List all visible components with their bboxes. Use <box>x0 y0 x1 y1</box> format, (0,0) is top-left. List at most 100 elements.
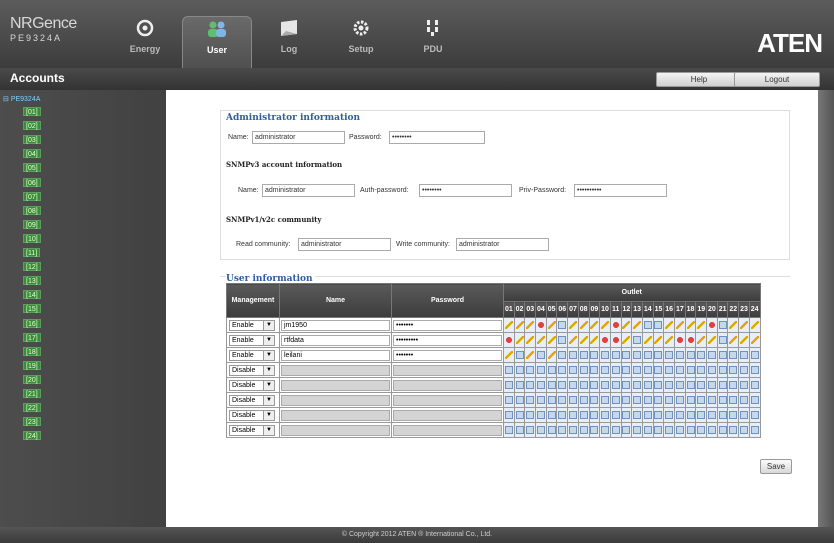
outlet-permission-cell[interactable] <box>652 347 665 363</box>
outlet-permission-cell[interactable] <box>513 362 526 378</box>
outlet-permission-cell[interactable] <box>748 317 761 333</box>
chevron-down-icon[interactable]: ▼ <box>263 350 274 360</box>
outlet-permission-cell[interactable] <box>727 407 740 423</box>
outlet-permission-cell[interactable] <box>620 422 633 438</box>
outlet-permission-cell[interactable] <box>652 317 665 333</box>
outlet-permission-cell[interactable] <box>556 332 569 348</box>
chevron-down-icon[interactable]: ▼ <box>263 425 274 435</box>
management-select[interactable]: Enable ▼ <box>229 334 275 346</box>
outlet-permission-cell[interactable] <box>695 377 708 393</box>
admin-name-input[interactable]: administrator <box>252 131 345 144</box>
outlet-permission-cell[interactable] <box>609 377 622 393</box>
outlet-permission-cell[interactable] <box>663 407 675 423</box>
outlet-permission-cell[interactable] <box>706 317 718 333</box>
outlet-permission-cell[interactable] <box>556 377 569 393</box>
outlet-permission-cell[interactable] <box>663 317 675 333</box>
nav-setup[interactable]: Setup <box>326 18 396 68</box>
outlet-permission-cell[interactable] <box>577 332 590 348</box>
outlet-permission-cell[interactable] <box>716 392 729 408</box>
outlet-permission-cell[interactable] <box>641 377 654 393</box>
outlet-permission-cell[interactable] <box>545 317 558 333</box>
tree-item-outlet[interactable]: [06] <box>23 177 41 187</box>
outlet-permission-cell[interactable] <box>599 317 611 333</box>
outlet-permission-cell[interactable] <box>567 332 579 348</box>
outlet-permission-cell[interactable] <box>738 422 750 438</box>
outlet-permission-cell[interactable] <box>513 347 526 363</box>
outlet-permission-cell[interactable] <box>524 422 537 438</box>
outlet-permission-cell[interactable] <box>588 422 601 438</box>
management-select[interactable]: Disable ▼ <box>229 409 275 421</box>
tree-item-outlet[interactable]: [09] <box>23 219 41 229</box>
outlet-permission-cell[interactable] <box>556 317 569 333</box>
outlet-permission-cell[interactable] <box>599 332 611 348</box>
user-password-input[interactable]: ••••••••• <box>393 334 502 346</box>
logout-button[interactable]: Logout <box>734 72 820 87</box>
tree-item-outlet[interactable]: [16] <box>23 318 41 328</box>
outlet-permission-cell[interactable] <box>716 362 729 378</box>
outlet-permission-cell[interactable] <box>577 422 590 438</box>
outlet-permission-cell[interactable] <box>706 332 718 348</box>
outlet-permission-cell[interactable] <box>652 362 665 378</box>
outlet-permission-cell[interactable] <box>599 422 611 438</box>
outlet-permission-cell[interactable] <box>706 362 718 378</box>
outlet-permission-cell[interactable] <box>545 377 558 393</box>
outlet-permission-cell[interactable] <box>588 392 601 408</box>
outlet-permission-cell[interactable] <box>738 392 750 408</box>
outlet-permission-cell[interactable] <box>609 407 622 423</box>
outlet-permission-cell[interactable] <box>663 377 675 393</box>
outlet-permission-cell[interactable] <box>524 392 537 408</box>
outlet-permission-cell[interactable] <box>556 422 569 438</box>
outlet-permission-cell[interactable] <box>652 422 665 438</box>
outlet-permission-cell[interactable] <box>524 317 537 333</box>
outlet-permission-cell[interactable] <box>535 332 547 348</box>
outlet-permission-cell[interactable] <box>535 422 547 438</box>
outlet-permission-cell[interactable] <box>556 407 569 423</box>
outlet-permission-cell[interactable] <box>567 362 579 378</box>
outlet-permission-cell[interactable] <box>545 407 558 423</box>
tree-item-outlet[interactable]: [19] <box>23 360 41 370</box>
outlet-permission-cell[interactable] <box>620 347 633 363</box>
outlet-permission-cell[interactable] <box>641 407 654 423</box>
management-select[interactable]: Disable ▼ <box>229 424 275 436</box>
outlet-permission-cell[interactable] <box>748 347 761 363</box>
nav-energy[interactable]: Energy <box>110 18 180 68</box>
tree-item-outlet[interactable]: [23] <box>23 417 41 427</box>
outlet-permission-cell[interactable] <box>652 332 665 348</box>
user-name-input[interactable]: rtfdata <box>281 334 390 346</box>
outlet-permission-cell[interactable] <box>706 347 718 363</box>
tree-item-outlet[interactable]: [20] <box>23 374 41 384</box>
tree-item-outlet[interactable]: [02] <box>23 121 41 131</box>
chevron-down-icon[interactable]: ▼ <box>263 365 274 375</box>
snmpv3-name-input[interactable]: administrator <box>262 184 355 197</box>
outlet-permission-cell[interactable] <box>695 317 708 333</box>
outlet-permission-cell[interactable] <box>695 362 708 378</box>
outlet-permission-cell[interactable] <box>684 332 697 348</box>
outlet-permission-cell[interactable] <box>641 332 654 348</box>
outlet-permission-cell[interactable] <box>641 422 654 438</box>
outlet-permission-cell[interactable] <box>684 407 697 423</box>
outlet-permission-cell[interactable] <box>684 362 697 378</box>
user-password-input[interactable]: ••••••• <box>393 319 502 331</box>
tree-item-outlet[interactable]: [13] <box>23 276 41 286</box>
outlet-permission-cell[interactable] <box>599 347 611 363</box>
outlet-permission-cell[interactable] <box>545 362 558 378</box>
outlet-permission-cell[interactable] <box>652 377 665 393</box>
outlet-permission-cell[interactable] <box>727 392 740 408</box>
outlet-permission-cell[interactable] <box>631 317 643 333</box>
tree-item-outlet[interactable]: [24] <box>23 431 41 441</box>
outlet-permission-cell[interactable] <box>663 392 675 408</box>
outlet-permission-cell[interactable] <box>641 362 654 378</box>
outlet-permission-cell[interactable] <box>727 422 740 438</box>
outlet-permission-cell[interactable] <box>727 362 740 378</box>
outlet-permission-cell[interactable] <box>738 347 750 363</box>
outlet-permission-cell[interactable] <box>738 332 750 348</box>
outlet-permission-cell[interactable] <box>567 347 579 363</box>
outlet-permission-cell[interactable] <box>738 317 750 333</box>
help-button[interactable]: Help <box>656 72 742 87</box>
tree-item-outlet[interactable]: [14] <box>23 290 41 300</box>
admin-password-input[interactable]: •••••••• <box>389 131 485 144</box>
outlet-permission-cell[interactable] <box>674 392 686 408</box>
outlet-permission-cell[interactable] <box>609 422 622 438</box>
tree-item-outlet[interactable]: [12] <box>23 262 41 272</box>
outlet-permission-cell[interactable] <box>503 332 515 348</box>
